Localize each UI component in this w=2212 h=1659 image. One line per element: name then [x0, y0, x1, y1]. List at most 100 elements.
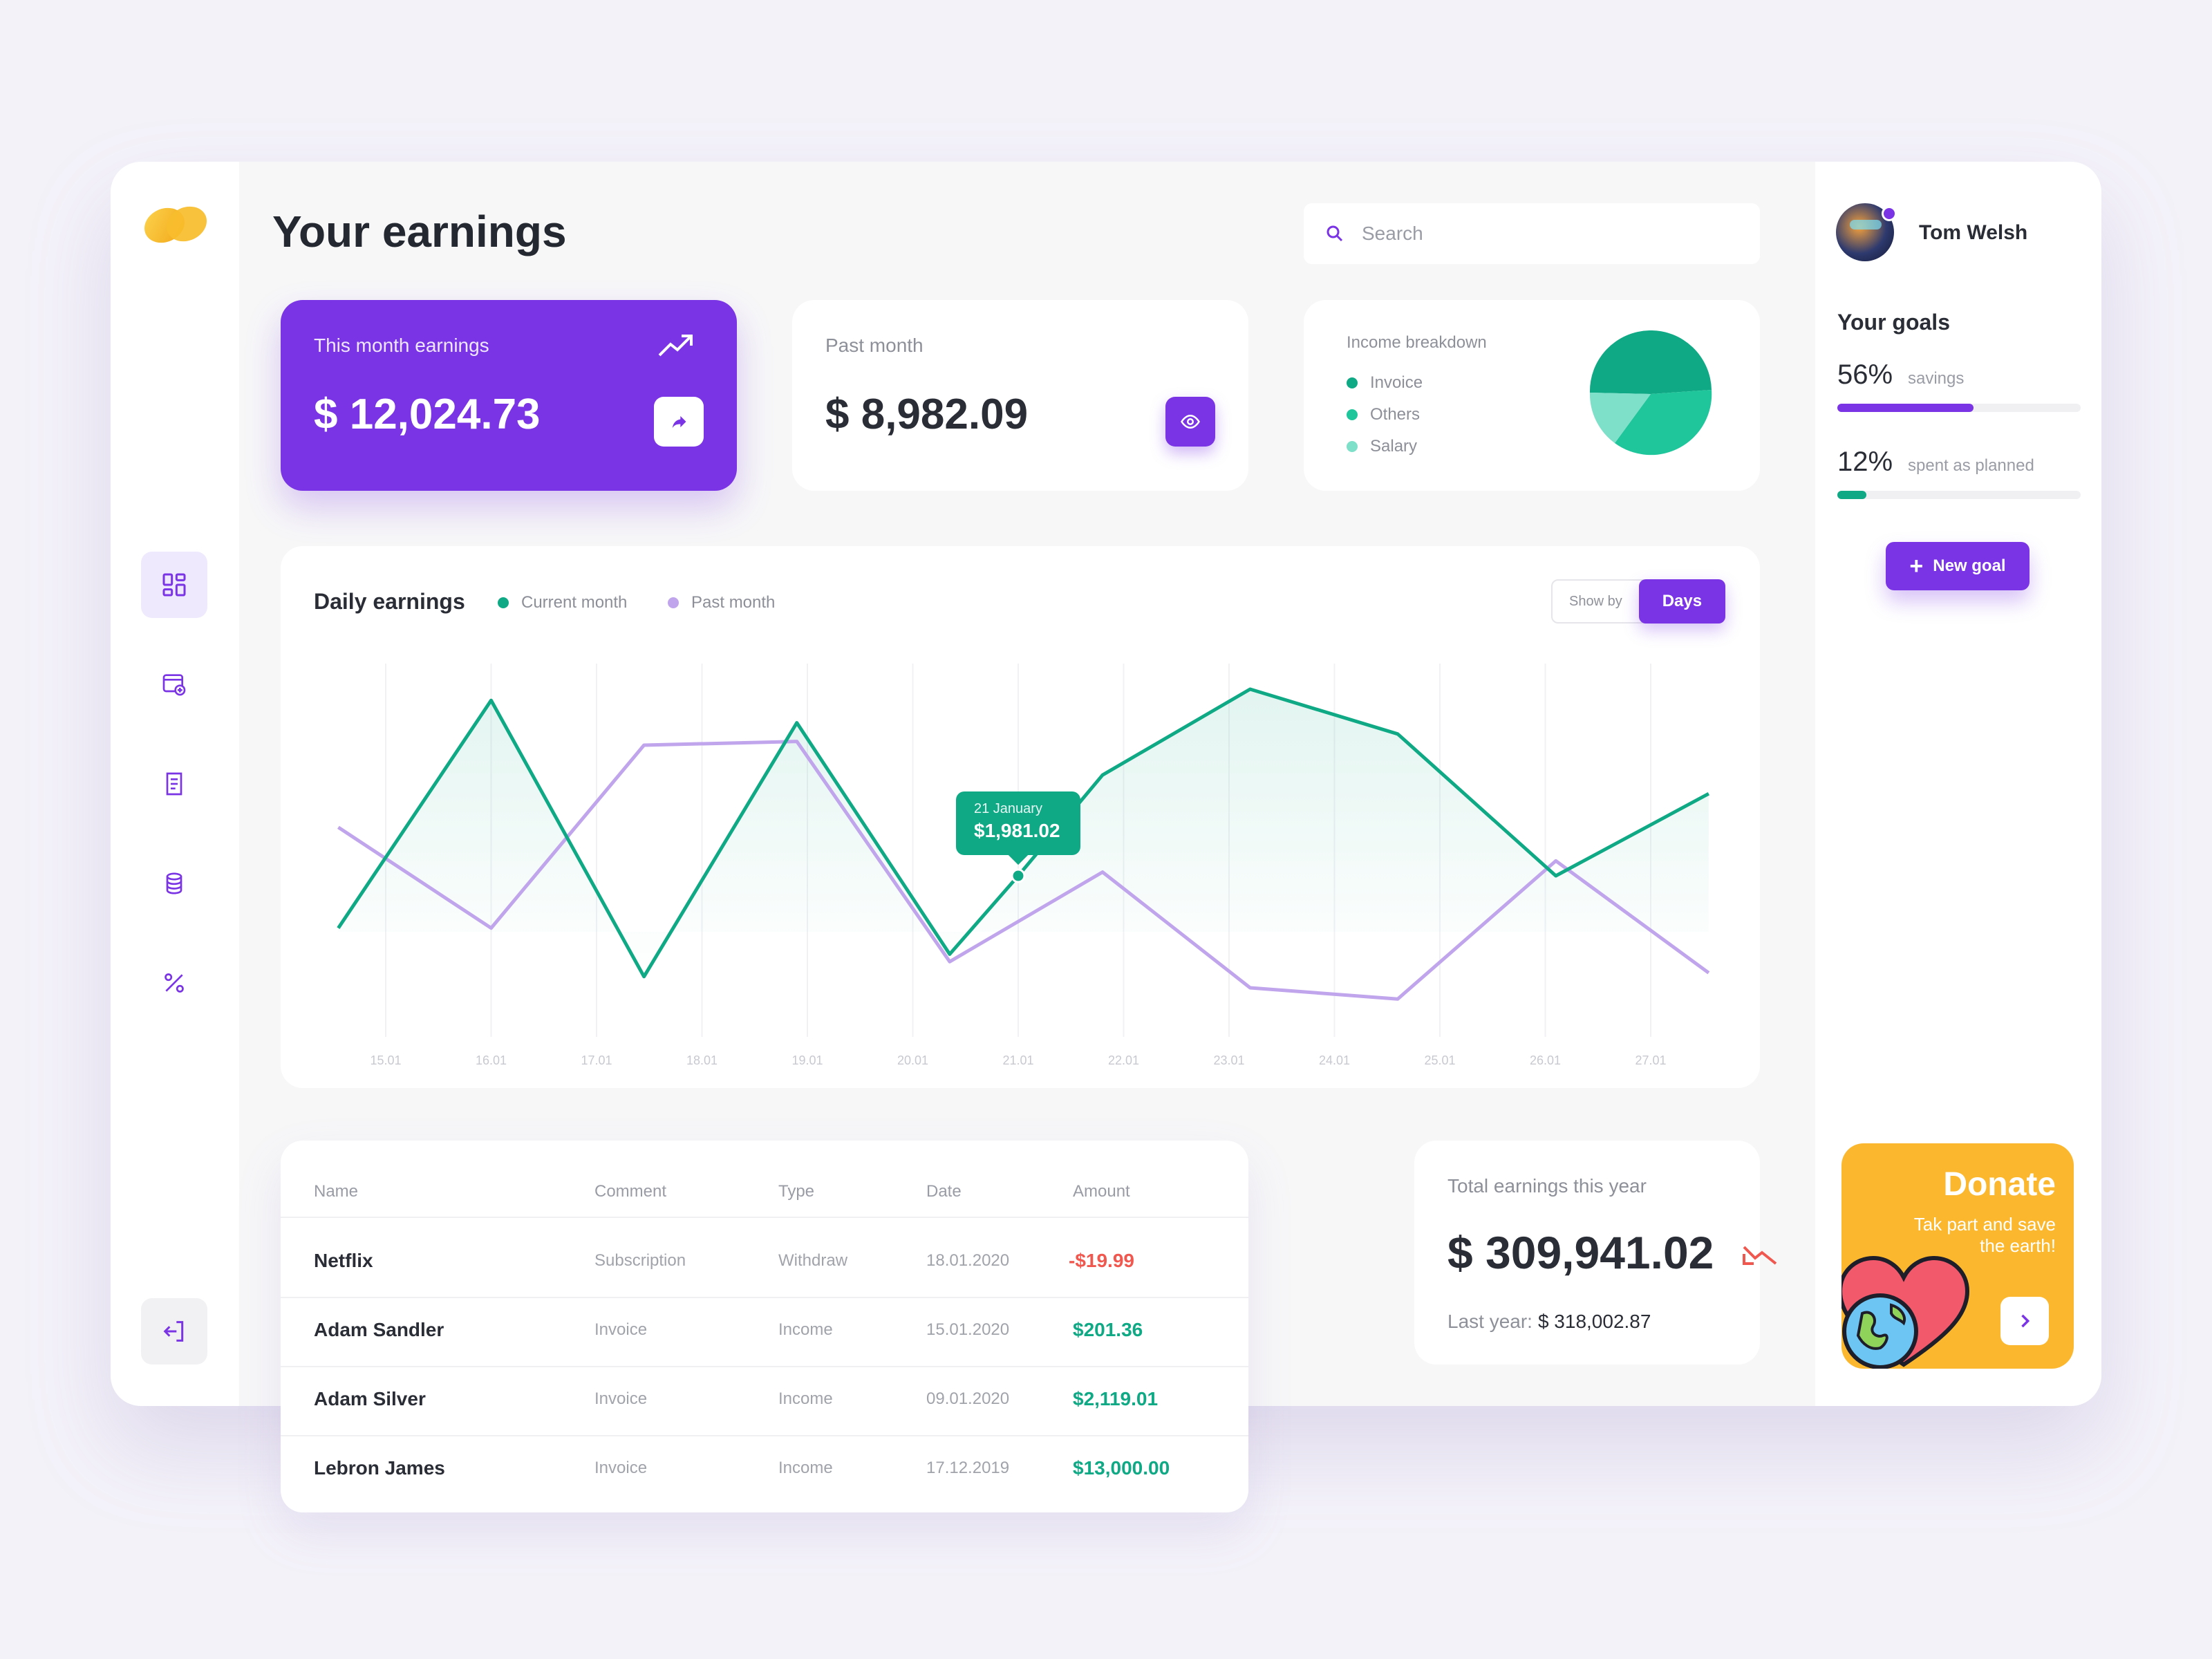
total-label: Total earnings this year [1447, 1175, 1647, 1197]
nav-wallet[interactable] [141, 651, 207, 718]
this-month-card: This month earnings $ 12,024.73 [281, 300, 737, 491]
breakdown-label: Income breakdown [1347, 333, 1487, 352]
breakdown-legend-invoice: Invoice [1347, 373, 1423, 393]
last-year-label: Last year: [1447, 1311, 1533, 1332]
row-type: Income [778, 1320, 833, 1339]
view-button[interactable] [1165, 397, 1215, 447]
logout-button[interactable] [141, 1298, 207, 1365]
nav-dashboard[interactable] [141, 552, 207, 618]
tooltip-point[interactable] [1011, 868, 1026, 883]
online-status-icon [1882, 206, 1897, 221]
days-button[interactable]: Days [1638, 579, 1726, 624]
logo-icon[interactable] [141, 203, 210, 245]
avatar[interactable] [1836, 203, 1897, 261]
search-input[interactable]: Search [1362, 223, 1423, 245]
show-by-toggle[interactable]: Show by Days [1551, 579, 1726, 624]
page-title: Your earnings [272, 207, 567, 256]
col-header-amount[interactable]: Amount [1073, 1182, 1130, 1201]
app-window: Your earnings Search This month earnings… [111, 162, 2101, 1512]
chart-tooltip: 21 January $1,981.02 [956, 791, 1080, 865]
x-tick-label: 19.01 [791, 1053, 823, 1067]
plus-icon: + [1909, 553, 1924, 579]
trend-down-icon [1743, 1246, 1777, 1265]
last-year-value: $ 318,002.87 [1537, 1311, 1651, 1332]
tooltip-date: 21 January [974, 801, 1042, 816]
pie-slice-invoice [1589, 330, 1712, 394]
row-comment: Subscription [594, 1251, 686, 1270]
row-comment: Invoice [594, 1459, 648, 1477]
wallet-add-icon [162, 674, 186, 696]
chevron-right-icon [2021, 1314, 2030, 1328]
nav-percent[interactable] [141, 950, 207, 1016]
row-amount: $2,119.01 [1073, 1388, 1159, 1409]
col-header-date[interactable]: Date [926, 1182, 962, 1201]
goal-percent: 12% [1837, 447, 1893, 477]
x-tick-label: 16.01 [476, 1053, 507, 1067]
past-month-value: $ 8,982.09 [825, 391, 1029, 438]
row-name: Adam Sandler [314, 1319, 444, 1340]
percent-icon [165, 973, 184, 993]
user-name[interactable]: Tom Welsh [1919, 221, 2027, 245]
x-tick-label: 17.01 [581, 1053, 612, 1067]
row-amount: $201.36 [1073, 1319, 1143, 1340]
row-type: Income [778, 1389, 833, 1408]
x-tick-label: 22.01 [1108, 1053, 1139, 1067]
this-month-value: $ 12,024.73 [314, 391, 541, 438]
goal-progress-fill [1837, 404, 1974, 412]
nav-coins[interactable] [141, 850, 207, 917]
donate-title: Donate [1943, 1166, 2056, 1203]
row-date: 17.12.2019 [926, 1459, 1010, 1477]
heart-earth-icon [1841, 1255, 1970, 1369]
past-month-card: Past month $ 8,982.09 [792, 300, 1248, 491]
row-date: 15.01.2020 [926, 1320, 1010, 1339]
col-header-name[interactable]: Name [314, 1182, 358, 1201]
donate-card: Donate Tak part and save the earth! [1841, 1143, 2074, 1369]
chart-title: Daily earnings [314, 589, 465, 614]
row-name: Netflix [314, 1250, 373, 1271]
sidebar [111, 162, 239, 1406]
col-header-type[interactable]: Type [778, 1182, 814, 1201]
show-by-label: Show by [1569, 593, 1622, 609]
row-type: Withdraw [778, 1251, 848, 1270]
logout-icon [163, 1321, 184, 1342]
x-tick-label: 20.01 [897, 1053, 928, 1067]
x-tick-label: 15.01 [370, 1053, 401, 1067]
income-pie-chart [1589, 330, 1712, 456]
x-tick-label: 25.01 [1424, 1053, 1455, 1067]
past-month-label: Past month [825, 335, 924, 356]
row-name: Adam Silver [314, 1388, 426, 1409]
legend-current-month: Current month [498, 593, 627, 612]
goals-title: Your goals [1837, 310, 1950, 335]
receipt-icon [166, 772, 182, 796]
row-comment: Invoice [594, 1389, 648, 1408]
eye-icon [1181, 414, 1200, 429]
x-tick-label: 18.01 [686, 1053, 718, 1067]
search-box[interactable]: Search [1304, 203, 1760, 264]
goal-progress-bar [1837, 404, 2081, 412]
income-breakdown-card: Income breakdown Invoice Others Salary [1304, 300, 1760, 491]
share-arrow-icon [672, 415, 686, 429]
total-value: $ 309,941.02 [1447, 1227, 1714, 1278]
donate-next-button[interactable] [2000, 1297, 2049, 1345]
new-goal-button[interactable]: + New goal [1886, 542, 2030, 590]
nav-receipts[interactable] [141, 751, 207, 817]
goal-percent: 56% [1837, 359, 1893, 390]
trend-up-icon [658, 335, 693, 357]
x-tick-label: 24.01 [1319, 1053, 1350, 1067]
goal-label: spent as planned [1908, 456, 2034, 475]
new-goal-label: New goal [1933, 556, 2006, 575]
transactions-table: Name Comment Type Date Amount Netflix Su… [281, 1141, 1248, 1512]
row-comment: Invoice [594, 1320, 648, 1339]
daily-earnings-card: Daily earnings Current month Past month … [281, 546, 1760, 1088]
legend-past-month: Past month [668, 593, 775, 612]
col-header-comment[interactable]: Comment [594, 1182, 666, 1201]
row-date: 09.01.2020 [926, 1389, 1010, 1408]
last-year-row: Last year: $ 318,002.87 [1447, 1311, 1651, 1333]
share-button[interactable] [654, 397, 704, 447]
tooltip-value: $1,981.02 [974, 820, 1060, 841]
x-tick-label: 23.01 [1213, 1053, 1244, 1067]
goal-progress-fill [1837, 491, 1867, 499]
breakdown-legend-salary: Salary [1347, 437, 1417, 456]
goal-label: savings [1908, 369, 1965, 388]
row-amount: $13,000.00 [1073, 1457, 1170, 1479]
